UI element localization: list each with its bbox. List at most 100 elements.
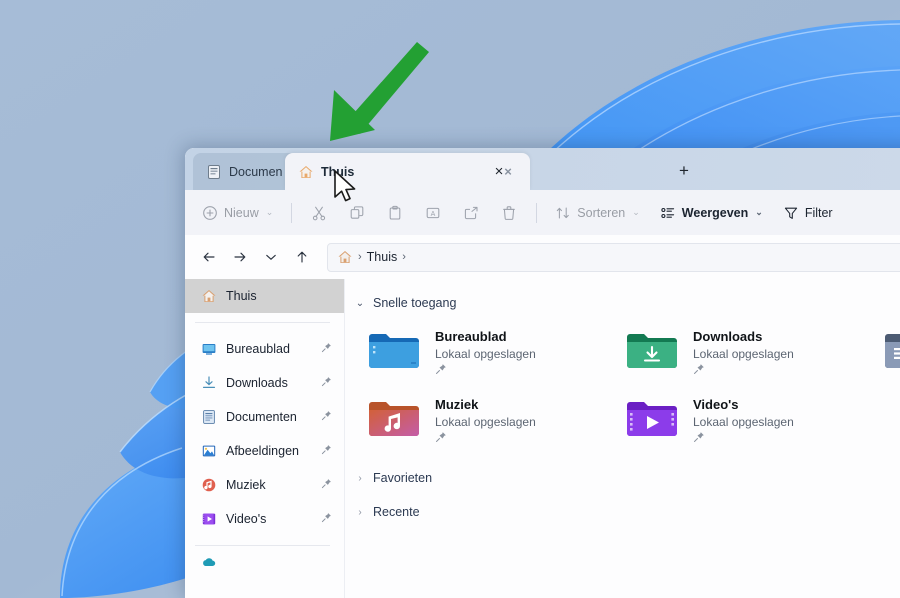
file-tile-meta: Muziek Lokaal opgeslagen (435, 395, 536, 447)
content-pane: ⌄ Snelle toegang Bureaublad Lokaal o (345, 279, 900, 598)
sidebar-item-label: Video's (226, 512, 266, 526)
document-icon (206, 164, 222, 180)
file-name: Video's (693, 396, 794, 413)
address-bar[interactable]: › Thuis › (327, 243, 900, 272)
pin-icon (693, 363, 794, 379)
sidebar-divider (195, 545, 330, 546)
folder-documents-icon (883, 329, 900, 373)
new-button-label: Nieuw (224, 206, 259, 220)
titlebar: Documen Thuis × × + (185, 148, 900, 190)
pin-icon (321, 410, 332, 424)
sidebar-divider (195, 322, 330, 323)
filter-button[interactable]: Filter (774, 197, 842, 228)
sidebar-item-bureaublad[interactable]: Bureaublad (185, 332, 344, 366)
home-icon (298, 164, 314, 180)
view-button[interactable]: Weergeven ⌄ (651, 197, 772, 228)
tabstrip-empty-area (530, 148, 900, 190)
folder-desktop-icon (367, 329, 421, 373)
sidebar-item-afbeeldingen[interactable]: Afbeeldingen (185, 434, 344, 468)
folder-video-icon (625, 397, 679, 441)
folder-music-icon (367, 397, 421, 441)
forward-button[interactable] (226, 243, 254, 271)
pin-icon (321, 376, 332, 390)
breadcrumb-separator: › (402, 251, 406, 263)
sidebar-item-onedrive-partial[interactable] (185, 555, 344, 569)
sidebar-item-label: Documenten (226, 410, 297, 424)
quick-access-grid: Bureaublad Lokaal opgeslagen (345, 313, 900, 447)
window-body: Thuis Bureaublad Downloads (185, 279, 900, 598)
sort-button-label: Sorteren (577, 206, 625, 220)
arrow-up-icon (294, 249, 310, 265)
delete-button[interactable] (491, 197, 527, 228)
sidebar-item-documenten[interactable]: Documenten (185, 400, 344, 434)
file-subtitle: Lokaal opgeslagen (693, 413, 794, 431)
section-header-snelle-toegang[interactable]: ⌄ Snelle toegang (345, 293, 900, 313)
file-tile-bureaublad[interactable]: Bureaublad Lokaal opgeslagen (367, 327, 625, 379)
pin-icon (435, 431, 536, 447)
breadcrumb-separator: › (358, 251, 362, 263)
file-tile-videos[interactable]: Video's Lokaal opgeslagen (625, 395, 883, 447)
navigation-pane: Thuis Bureaublad Downloads (185, 279, 345, 598)
folder-downloads-icon (625, 329, 679, 373)
file-name: Bureaublad (435, 328, 536, 345)
sidebar-item-muziek[interactable]: Muziek (185, 468, 344, 502)
pin-icon (321, 512, 332, 526)
scissors-icon (311, 205, 327, 221)
new-tab-button[interactable]: + (670, 158, 698, 184)
sidebar-item-videos[interactable]: Video's (185, 502, 344, 536)
new-button[interactable]: Nieuw ⌄ (193, 197, 282, 228)
section-label: Recente (373, 505, 420, 519)
chevron-right-icon: › (355, 473, 365, 484)
paste-button[interactable] (377, 197, 413, 228)
copy-icon (349, 205, 365, 221)
up-button[interactable] (288, 243, 316, 271)
chevron-down-icon: ⌄ (266, 207, 274, 218)
sidebar-item-downloads[interactable]: Downloads (185, 366, 344, 400)
sidebar-item-label: Bureaublad (226, 342, 290, 356)
view-list-icon (660, 205, 676, 221)
chevron-down-icon: ⌄ (755, 207, 763, 218)
cut-button[interactable] (301, 197, 337, 228)
breadcrumb-thuis[interactable]: Thuis (367, 250, 398, 264)
command-bar: Nieuw ⌄ A (185, 190, 900, 235)
arrow-right-icon (232, 249, 248, 265)
file-subtitle: Lokaal opgeslagen (435, 345, 536, 363)
window-close-button[interactable]: × (485, 158, 513, 184)
file-tile-meta: Bureaublad Lokaal opgeslagen (435, 327, 536, 379)
file-tile-meta: Video's Lokaal opgeslagen (693, 395, 794, 447)
svg-text:A: A (431, 211, 436, 218)
share-button[interactable] (453, 197, 489, 228)
pictures-icon (201, 443, 217, 459)
file-tile-muziek[interactable]: Muziek Lokaal opgeslagen (367, 395, 625, 447)
file-tile-documenten[interactable]: D L (883, 327, 900, 379)
file-tile-downloads[interactable]: Downloads Lokaal opgeslagen (625, 327, 883, 379)
home-icon (201, 288, 217, 304)
file-explorer-window: Documen Thuis × × + Nieuw ⌄ (185, 148, 900, 598)
chevron-down-icon (263, 249, 279, 265)
rename-icon: A (425, 205, 441, 221)
funnel-icon (783, 205, 799, 221)
music-icon (201, 477, 217, 493)
back-button[interactable] (195, 243, 223, 271)
file-tile-meta: Downloads Lokaal opgeslagen (693, 327, 794, 379)
section-header-favorieten[interactable]: › Favorieten (345, 465, 900, 491)
share-icon (463, 205, 479, 221)
pin-icon (693, 431, 794, 447)
video-icon (201, 511, 217, 527)
sidebar-item-thuis[interactable]: Thuis (185, 279, 344, 313)
desktop-icon (201, 341, 217, 357)
file-name: Downloads (693, 328, 794, 345)
file-subtitle: Lokaal opgeslagen (435, 413, 536, 431)
section-label: Snelle toegang (373, 296, 456, 310)
file-subtitle: Lokaal opgeslagen (693, 345, 794, 363)
filter-button-label: Filter (805, 206, 833, 220)
rename-button[interactable]: A (415, 197, 451, 228)
cloud-icon (201, 555, 217, 569)
sidebar-item-label: Afbeeldingen (226, 444, 299, 458)
recent-locations-button[interactable] (257, 243, 285, 271)
sort-button[interactable]: Sorteren ⌄ (546, 197, 649, 228)
section-header-recente[interactable]: › Recente (345, 499, 900, 525)
sidebar-item-label: Muziek (226, 478, 266, 492)
green-pointer-arrow (320, 38, 430, 153)
section-label: Favorieten (373, 471, 432, 485)
